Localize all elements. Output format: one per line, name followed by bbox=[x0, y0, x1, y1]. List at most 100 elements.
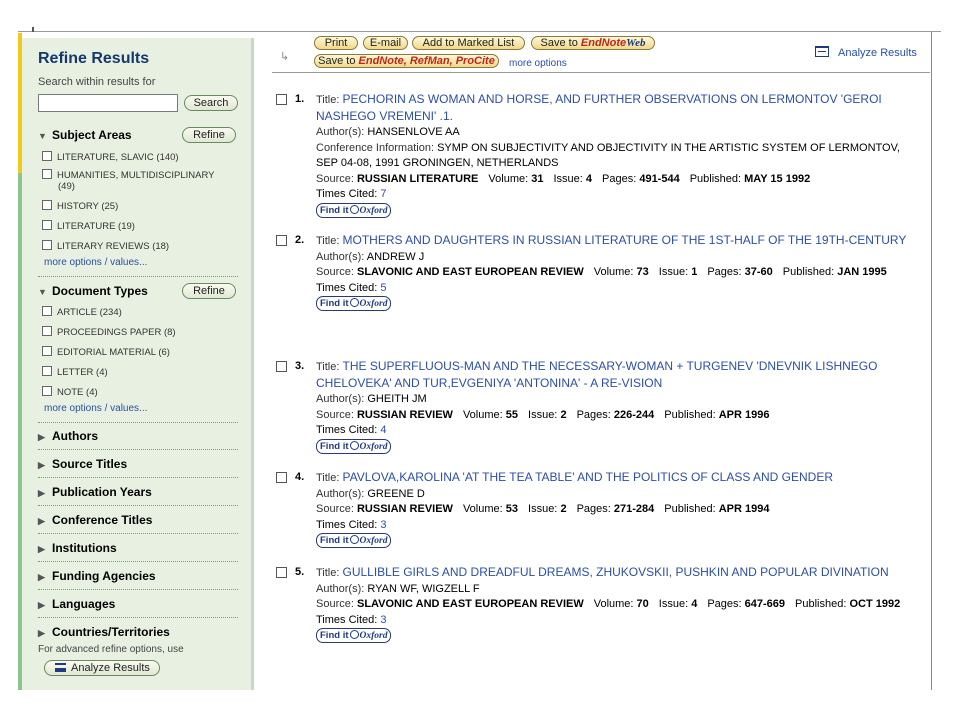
times-cited-link[interactable]: 4 bbox=[380, 424, 386, 436]
find-it-logo-icon bbox=[349, 298, 359, 307]
subject-option[interactable]: LITERARY REVIEWS (18) bbox=[42, 240, 169, 252]
find-it-oxford-button[interactable]: Find it Oxford bbox=[316, 533, 392, 548]
page: Refine Results Search within results for… bbox=[0, 0, 960, 720]
refine-document-types-button[interactable]: Refine bbox=[182, 283, 236, 299]
record-number: 4. bbox=[295, 471, 305, 483]
record-title-link[interactable]: PAVLOVA,KAROLINA 'AT THE TEA TABLE' AND … bbox=[343, 470, 834, 484]
doctype-option[interactable]: ARTICLE (234) bbox=[42, 306, 122, 318]
section-publication-years[interactable]: ▶ Publication Years bbox=[38, 485, 152, 499]
doctype-option[interactable]: NOTE (4) bbox=[42, 386, 98, 398]
times-cited-link[interactable]: 3 bbox=[380, 519, 386, 531]
find-it-logo-icon bbox=[349, 440, 359, 450]
collapsed-arrow-icon: ▶ bbox=[38, 432, 45, 442]
record-checkbox[interactable] bbox=[276, 361, 287, 372]
doctype-more-options-link[interactable]: more options / values... bbox=[44, 403, 147, 414]
record-title-link[interactable]: GULLIBLE GIRLS AND DREADFUL DREAMS, ZHUK… bbox=[343, 565, 889, 579]
subject-option[interactable]: LITERATURE (19) bbox=[42, 220, 135, 232]
find-it-oxford-button[interactable]: Find it Oxford bbox=[316, 438, 392, 454]
refine-sidebar: Refine Results Search within results for… bbox=[22, 38, 254, 690]
checkbox[interactable] bbox=[42, 200, 52, 210]
refine-subject-areas-button[interactable]: Refine bbox=[182, 127, 236, 143]
collapsed-arrow-icon: ▶ bbox=[38, 628, 45, 638]
section-countries-territories[interactable]: ▶ Countries/Territories bbox=[38, 625, 170, 639]
times-cited-link[interactable]: 3 bbox=[380, 614, 386, 626]
add-to-marked-list-button[interactable]: Add to Marked List bbox=[412, 36, 525, 50]
subject-option[interactable]: LITERATURE, SLAVIC (140) bbox=[42, 151, 179, 163]
checkbox[interactable] bbox=[42, 240, 52, 250]
subject-option[interactable]: HISTORY (25) bbox=[42, 200, 118, 212]
find-it-logo-icon bbox=[349, 630, 359, 639]
search-within-label: Search within results for bbox=[38, 76, 156, 88]
record-authors: GREENE D bbox=[367, 487, 425, 500]
record-source: SLAVONIC AND EAST EUROPEAN REVIEW bbox=[356, 598, 584, 610]
record-authors: ANDREW J bbox=[366, 250, 425, 263]
doctype-option[interactable]: LETTER (4) bbox=[42, 366, 108, 378]
section-authors[interactable]: ▶ Authors bbox=[38, 429, 98, 443]
checkbox[interactable] bbox=[42, 326, 52, 336]
section-divider bbox=[38, 589, 238, 590]
checkbox[interactable] bbox=[42, 169, 52, 179]
endnote-logo: EndNote bbox=[580, 37, 627, 49]
find-it-oxford-button[interactable]: Find it Oxford bbox=[316, 202, 392, 218]
subject-more-options-link[interactable]: more options / values... bbox=[44, 257, 147, 268]
expanded-arrow-icon: ▼ bbox=[38, 287, 47, 297]
find-it-logo-icon bbox=[349, 535, 359, 544]
checkbox[interactable] bbox=[42, 346, 52, 356]
record-checkbox[interactable] bbox=[276, 235, 287, 246]
section-divider bbox=[38, 561, 238, 562]
record-number: 5. bbox=[295, 566, 305, 578]
print-button[interactable]: Print bbox=[314, 36, 358, 50]
subject-areas-heading[interactable]: ▼ Subject Areas bbox=[38, 128, 132, 142]
section-funding-agencies[interactable]: ▶ Funding Agencies bbox=[38, 569, 156, 583]
list-icon bbox=[55, 663, 66, 672]
checkbox[interactable] bbox=[42, 306, 52, 316]
times-cited-link[interactable]: 5 bbox=[380, 282, 386, 294]
record-authors: HANSENLOVE AA bbox=[367, 126, 460, 138]
sidebar-analyze-results-button[interactable]: Analyze Results bbox=[44, 660, 160, 676]
collapsed-arrow-icon: ▶ bbox=[38, 572, 45, 582]
section-divider bbox=[38, 617, 238, 618]
result-record: 5. Title: GULLIBLE GIRLS AND DREADFUL DR… bbox=[276, 565, 916, 675]
checkbox[interactable] bbox=[42, 386, 52, 396]
record-source: RUSSIAN LITERATURE bbox=[356, 172, 479, 185]
record-checkbox[interactable] bbox=[276, 94, 287, 105]
section-divider bbox=[38, 422, 238, 423]
result-record: 1. Title: PECHORIN AS WOMAN AND HORSE, A… bbox=[276, 92, 916, 218]
section-source-titles[interactable]: ▶ Source Titles bbox=[38, 457, 127, 471]
section-institutions[interactable]: ▶ Institutions bbox=[38, 541, 117, 555]
record-number: 3. bbox=[295, 360, 305, 372]
checkbox[interactable] bbox=[42, 220, 52, 230]
record-title-link[interactable]: MOTHERS AND DAUGHTERS IN RUSSIAN LITERAT… bbox=[343, 233, 907, 247]
more-options-link[interactable]: more options bbox=[509, 58, 567, 69]
collapsed-arrow-icon: ▶ bbox=[38, 488, 45, 498]
toolbar-divider bbox=[272, 72, 930, 73]
analyze-results-link[interactable]: Analyze Results bbox=[815, 46, 917, 59]
collapsed-arrow-icon: ▶ bbox=[38, 460, 45, 470]
checkbox[interactable] bbox=[42, 366, 52, 376]
collapsed-arrow-icon: ▶ bbox=[38, 544, 45, 554]
section-divider bbox=[38, 276, 238, 277]
record-checkbox[interactable] bbox=[276, 472, 287, 483]
find-it-oxford-button[interactable]: Find it Oxford bbox=[316, 628, 392, 643]
find-it-oxford-button[interactable]: Find it Oxford bbox=[316, 296, 392, 311]
search-button[interactable]: Search bbox=[184, 95, 238, 111]
times-cited-link[interactable]: 7 bbox=[380, 188, 386, 200]
record-checkbox[interactable] bbox=[276, 567, 287, 578]
checkbox[interactable] bbox=[42, 151, 52, 161]
collapsed-arrow-icon: ▶ bbox=[38, 516, 45, 526]
analyze-icon bbox=[815, 46, 829, 57]
document-types-heading[interactable]: ▼ Document Types bbox=[38, 284, 148, 298]
record-title-link[interactable]: THE SUPERFLUOUS-MAN AND THE NECESSARY-WO… bbox=[316, 359, 877, 390]
doctype-option[interactable]: EDITORIAL MATERIAL (6) bbox=[42, 346, 170, 358]
save-to-endnote-web-button[interactable]: Save to EndNoteWeb bbox=[531, 36, 655, 50]
section-conference-titles[interactable]: ▶ Conference Titles bbox=[38, 513, 152, 527]
email-button[interactable]: E-mail bbox=[363, 36, 408, 50]
doctype-option[interactable]: PROCEEDINGS PAPER (8) bbox=[42, 326, 176, 338]
record-source: RUSSIAN REVIEW bbox=[356, 408, 453, 421]
record-title-link[interactable]: PECHORIN AS WOMAN AND HORSE, AND FURTHER… bbox=[316, 92, 882, 123]
section-languages[interactable]: ▶ Languages bbox=[38, 597, 115, 611]
record-number: 2. bbox=[295, 234, 305, 246]
save-to-desktop-button[interactable]: Save to EndNote, RefMan, ProCite bbox=[314, 54, 499, 68]
search-within-input[interactable] bbox=[38, 94, 178, 112]
subject-option[interactable]: HUMANITIES, MULTIDISCIPLINARY bbox=[42, 169, 214, 181]
